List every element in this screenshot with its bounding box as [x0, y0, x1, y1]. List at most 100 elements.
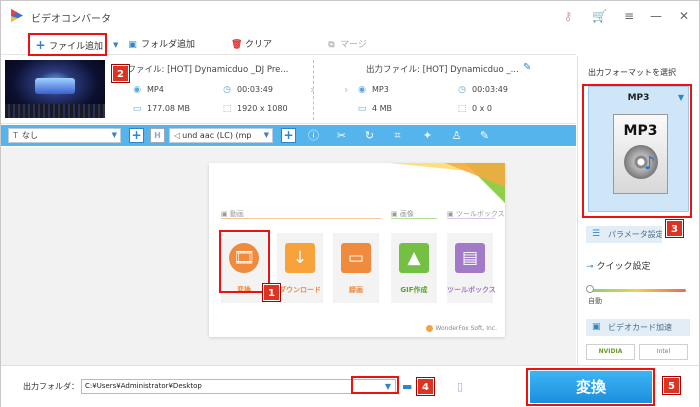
app-logo-icon — [11, 9, 23, 22]
main-area: ▣ 動画 ▣ 画像 ▣ ツールボックス 🎞 変換 ↓ ダウンロード ▭ 録画 ▲… — [1, 147, 576, 365]
app-window: ビデオコンバータ ⚷ 🛒 ≡ — ✕ + ファイル追加 ▼ ▣ フォルダ追加 🗑 クリ… — [0, 0, 700, 407]
gif-maker-tile-label: GIF作成 — [400, 286, 428, 294]
step-badge-5: 5 — [663, 377, 680, 394]
hardsub-icon[interactable]: H — [150, 128, 165, 143]
output-folder-value: C:¥Users¥Administrator¥Desktop — [85, 382, 202, 390]
watermark-icon[interactable]: ♙ — [450, 129, 463, 142]
crop-icon[interactable]: ⌗ — [391, 129, 404, 142]
gif-maker-tile[interactable]: ▲ GIF作成 — [391, 233, 437, 303]
resolution-icon: ⬚ — [457, 104, 467, 114]
source-duration-value: 00:03:49 — [237, 85, 273, 94]
download-tile[interactable]: ↓ ダウンロード — [277, 233, 323, 303]
output-resolution: ⬚ 0 x 0 — [456, 104, 492, 114]
minimize-icon[interactable]: — — [649, 9, 663, 23]
quality-slider-handle[interactable] — [586, 285, 594, 293]
scissors-icon[interactable]: ✂ — [335, 129, 348, 142]
format-icon: ◉ — [358, 85, 366, 95]
intel-badge[interactable]: Intel — [639, 344, 688, 360]
audio-track-select[interactable]: ◁ und aac (LC) (mp ▼ — [169, 128, 273, 143]
output-file-name: 出力ファイル: [HOT] Dynamicduo _... — [366, 65, 519, 75]
subtitle-select-value: なし — [21, 131, 38, 140]
resolution-icon: ⬚ — [222, 104, 232, 114]
browse-folder-icon[interactable]: ▯ — [457, 380, 463, 393]
thumbnail-stage-light — [35, 78, 75, 94]
thumbnail-crowd — [5, 104, 105, 118]
audio-track-value: und aac (LC) (mp — [182, 131, 252, 140]
subtitle-edit-icon[interactable]: ✎ — [478, 129, 491, 142]
subtitle-select[interactable]: T なし ▼ — [8, 128, 121, 143]
source-format: ◉ MP4 — [131, 85, 164, 95]
open-folder-icon[interactable]: ▬ — [402, 380, 412, 393]
source-resolution: ⬚ 1920 x 1080 — [221, 104, 288, 114]
output-folder-field[interactable]: C:¥Users¥Administrator¥Desktop — [81, 379, 396, 394]
section-toolbox-text: ツールボックス — [455, 210, 505, 218]
slider-auto-label: 自動 — [588, 297, 602, 305]
quality-slider[interactable] — [588, 289, 686, 292]
rotate-icon[interactable]: ↻ — [363, 129, 376, 142]
highlight-format-selector — [582, 84, 692, 218]
add-subtitle-button[interactable]: + — [129, 128, 144, 143]
cart-icon[interactable]: 🛒 — [592, 9, 607, 23]
section-toolbox-line — [447, 218, 495, 219]
clear-button[interactable]: 🗑 クリア — [231, 37, 272, 53]
highlight-add-file — [28, 33, 107, 56]
parameter-settings-button[interactable]: ☰ パラメータ設定 — [586, 226, 662, 243]
file-row[interactable]: 元ファイル: [HOT] Dynamicduo _DJ Pre... ◉ MP4 … — [1, 56, 576, 124]
highlight-convert-button — [526, 368, 655, 406]
nvidia-badge[interactable]: NVIDIA — [586, 344, 635, 360]
source-format-value: MP4 — [147, 85, 164, 94]
parameter-settings-label: パラメータ設定 — [608, 230, 662, 239]
output-folder-label: 出力フォルダ： — [23, 382, 79, 391]
output-format-value: MP3 — [372, 85, 389, 94]
clock-icon: ◷ — [458, 85, 466, 95]
output-format: ◉ MP3 — [356, 85, 389, 95]
add-folder-label: フォルダ追加 — [141, 40, 196, 50]
close-icon[interactable]: ✕ — [677, 9, 691, 23]
quick-settings-label: ⊸ クイック設定 — [586, 259, 651, 272]
download-tile-label: ダウンロード — [279, 286, 321, 294]
output-size: ▭ 4 MB — [356, 104, 392, 114]
app-title: ビデオコンバータ — [31, 14, 111, 25]
toolbox-icon: ▤ — [455, 243, 485, 273]
quick-settings-icon: ⊸ — [586, 262, 594, 272]
folder-icon: ▭ — [357, 104, 367, 114]
add-audio-button[interactable]: + — [281, 128, 296, 143]
nvidia-label: NVIDIA — [598, 348, 623, 355]
output-duration: ◷ 00:03:49 — [456, 85, 508, 95]
add-file-dropdown-icon[interactable]: ▼ — [113, 37, 118, 53]
step-badge-1: 1 — [263, 284, 280, 301]
info-icon[interactable]: ⓘ — [307, 129, 320, 142]
step-badge-3: 3 — [666, 220, 683, 237]
image-icon: ▲ — [399, 243, 429, 273]
section-image-text: 画像 — [399, 210, 414, 218]
highlight-output-dropdown — [351, 376, 399, 394]
chevron-down-icon: ▼ — [263, 131, 269, 139]
edit-pencil-icon[interactable]: ✎ — [523, 62, 531, 73]
step-badge-4: 4 — [417, 378, 434, 395]
card-decoration — [445, 163, 505, 187]
section-video-line — [221, 218, 381, 219]
output-resolution-value: 0 x 0 — [472, 104, 492, 113]
brand-text: WonderFox Soft, Inc. — [435, 325, 497, 332]
video-thumbnail[interactable] — [5, 60, 105, 118]
record-tile[interactable]: ▭ 録画 — [333, 233, 379, 303]
arrow-icon: › — [344, 83, 349, 96]
merge-label: マージ — [340, 40, 367, 50]
gpu-acceleration-toggle[interactable]: ▣ ビデオカード加速 — [586, 319, 690, 336]
folder-icon: ▭ — [132, 104, 142, 114]
merge-button[interactable]: ⧉ マージ — [326, 37, 367, 53]
merge-icon: ⧉ — [328, 40, 335, 50]
effects-wand-icon[interactable]: ✦ — [421, 129, 434, 142]
speaker-icon: ◁ — [174, 131, 181, 140]
gpu-acceleration-label: ビデオカード加速 — [608, 323, 672, 332]
source-file-name: 元ファイル: [HOT] Dynamicduo _DJ Pre... — [119, 65, 289, 75]
key-icon[interactable]: ⚷ — [561, 9, 575, 23]
quick-settings-text: クイック設定 — [596, 262, 651, 272]
toolbox-tile[interactable]: ▤ ツールボックス — [447, 233, 496, 303]
clear-label: クリア — [245, 40, 273, 50]
trash-icon: 🗑 — [231, 40, 243, 50]
menu-icon[interactable]: ≡ — [622, 9, 636, 23]
section-video-text: 動画 — [229, 210, 244, 218]
add-folder-button[interactable]: ▣ フォルダ追加 — [127, 37, 195, 53]
source-size: ▭ 177.08 MB — [131, 104, 190, 114]
